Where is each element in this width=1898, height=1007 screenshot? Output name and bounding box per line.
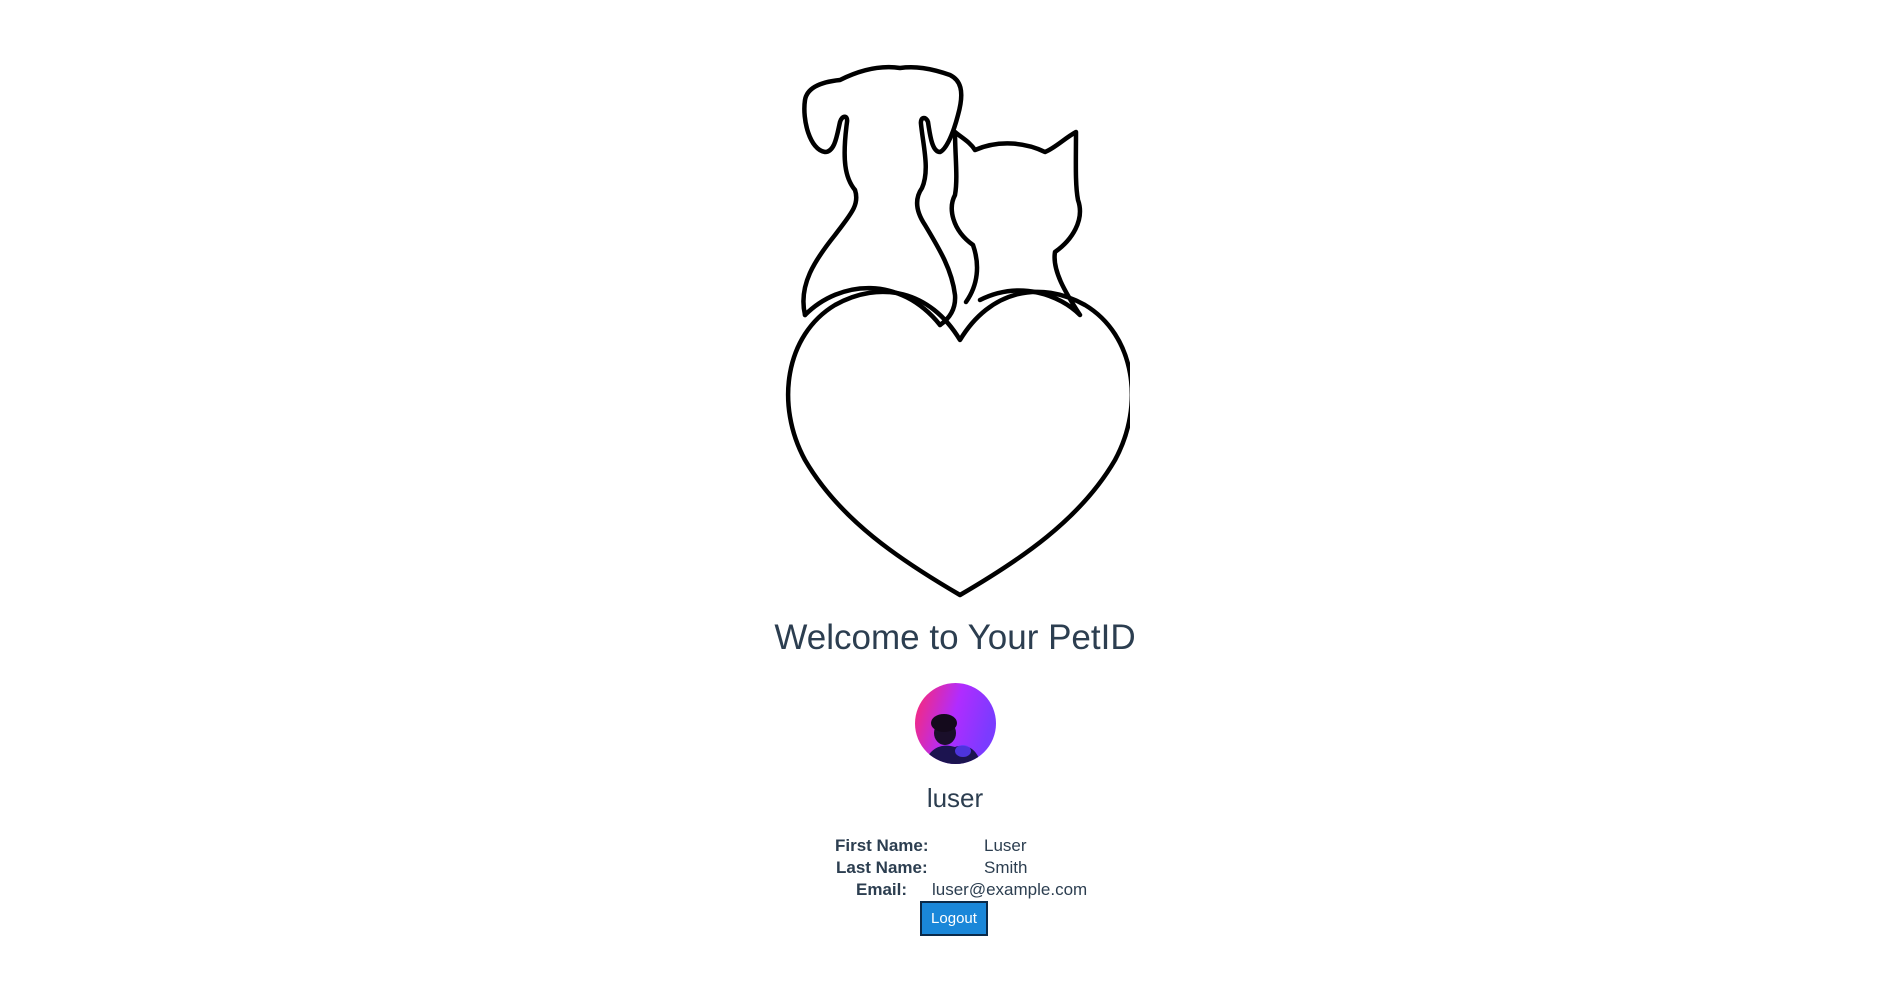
email-label: Email:: [856, 880, 908, 899]
first-name-value: Luser: [984, 836, 1027, 855]
last-name-label: Last Name:: [836, 858, 928, 877]
pet-heart-logo-icon: [785, 64, 1130, 598]
last-name-value: Smith: [984, 858, 1028, 877]
profile-page: Welcome to Your PetID luser First Name: …: [0, 0, 1898, 1007]
avatar: [915, 683, 996, 764]
username: luser: [926, 783, 984, 813]
logout-button[interactable]: Logout: [920, 901, 988, 936]
first-name-label: First Name:: [835, 836, 929, 855]
email-value: luser@example.com: [932, 880, 1088, 899]
page-title: Welcome to Your PetID: [774, 618, 1136, 657]
user-avatar-photo: [915, 683, 996, 764]
